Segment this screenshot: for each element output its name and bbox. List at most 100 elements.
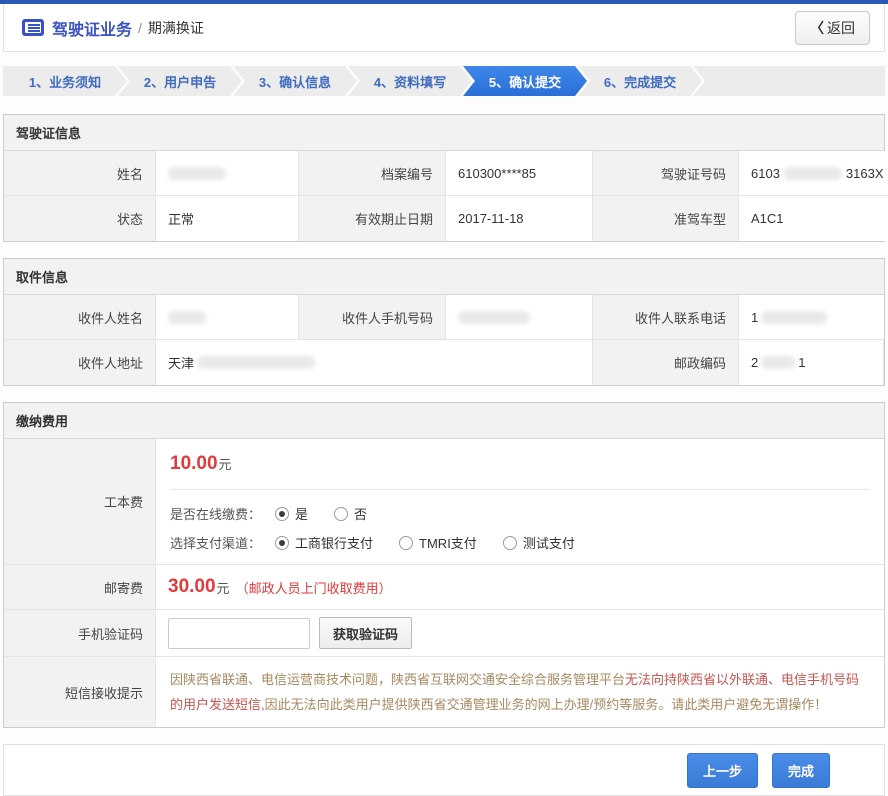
channel-tmri-option[interactable]: TMRI支付 <box>399 533 477 552</box>
recipient-name-value <box>156 295 299 340</box>
step-4-fill-data[interactable]: 4、资料填写 <box>348 66 472 96</box>
sms-code-cell: 获取验证码 <box>156 610 884 657</box>
phone-prefix: 1 <box>751 310 758 325</box>
name-value <box>156 151 299 196</box>
file-no-value: 610300****85 <box>446 151 593 196</box>
payment-title: 缴纳费用 <box>4 403 884 439</box>
sms-code-input[interactable] <box>168 618 310 649</box>
step-label: 4、资料填写 <box>374 72 446 91</box>
step-1-business-notice[interactable]: 1、业务须知 <box>3 66 127 96</box>
sms-tip-label: 短信接收提示 <box>4 657 156 727</box>
step-label: 6、完成提交 <box>604 72 676 91</box>
card-fee-amount: 10.00 <box>170 453 218 474</box>
step-5-confirm-submit[interactable]: 5、确认提交 <box>463 66 587 96</box>
step-bar-filler <box>693 66 885 96</box>
license-business-icon <box>22 19 44 36</box>
step-3-confirm-info[interactable]: 3、确认信息 <box>233 66 357 96</box>
radio-unchecked-icon[interactable] <box>503 536 517 550</box>
previous-step-button[interactable]: 上一步 <box>687 753 758 788</box>
postcode-value: 21 <box>739 340 884 385</box>
channel-icbc-label: 工商银行支付 <box>295 533 373 552</box>
back-button-label: 返回 <box>827 20 855 36</box>
postcode-prefix: 2 <box>751 355 758 370</box>
pickup-info-title: 取件信息 <box>4 259 884 295</box>
sms-tip-text: 因陕西省联通、电信运营商技术问题，陕西省互联网交通安全综合服务管理平台无法向持陕… <box>156 657 884 727</box>
file-no-label: 档案编号 <box>299 151 446 196</box>
status-label: 状态 <box>4 196 156 241</box>
postage-currency: 元 <box>217 578 230 597</box>
recipient-mobile-value <box>446 295 593 340</box>
fee-divider <box>170 489 870 490</box>
breadcrumb-current: 期满换证 <box>148 18 204 38</box>
channel-test-option[interactable]: 测试支付 <box>503 533 575 552</box>
channel-icbc-option[interactable]: 工商银行支付 <box>275 533 373 552</box>
license-no-suffix: 3163X <box>846 166 884 181</box>
chevron-left-icon: 〈 <box>810 20 824 36</box>
vehicle-class-value: A1C1 <box>739 196 888 241</box>
online-pay-no-option[interactable]: 否 <box>334 504 367 523</box>
sms-tip-part3: 因此无法向此类用户提供陕西省交通管理业务的网上办理/预约等服务。请此类用户避免无… <box>265 697 828 712</box>
postcode-suffix: 1 <box>798 355 805 370</box>
redacted-mobile <box>458 311 530 324</box>
redacted-phone <box>761 311 827 324</box>
license-no-value: 6103 3163X <box>739 151 888 196</box>
radio-unchecked-icon[interactable] <box>399 536 413 550</box>
step-label: 1、业务须知 <box>29 72 101 91</box>
recipient-address-value: 天津 <box>156 340 593 385</box>
radio-checked-icon[interactable] <box>275 507 289 521</box>
online-pay-yes-option[interactable]: 是 <box>275 504 308 523</box>
footer-action-bar: 上一步 完成 <box>3 744 885 796</box>
step-label: 2、用户申告 <box>144 72 216 91</box>
get-code-button[interactable]: 获取验证码 <box>319 617 412 649</box>
recipient-name-label: 收件人姓名 <box>4 295 156 340</box>
card-fee-amount-line: 10.00元 <box>170 453 870 475</box>
online-pay-yes-label: 是 <box>295 504 308 523</box>
radio-checked-icon[interactable] <box>275 536 289 550</box>
sms-tip-part1: 因陕西省联通、电信运营商技术问题，陕西省互联网交通安全综合服务管理平台 <box>170 672 625 687</box>
card-fee-label: 工本费 <box>4 439 156 565</box>
pay-channel-row: 选择支付渠道： 工商银行支付 TMRI支付 测试支付 <box>170 533 870 552</box>
license-no-label: 驾驶证号码 <box>593 151 739 196</box>
recipient-phone-label: 收件人联系电话 <box>593 295 739 340</box>
valid-until-value: 2017-11-18 <box>446 196 593 241</box>
vehicle-class-label: 准驾车型 <box>593 196 739 241</box>
back-button[interactable]: 〈返回 <box>795 11 870 45</box>
card-fee-cell: 10.00元 是否在线缴费： 是 否 选择支付渠道： 工商银行支付 TMRI支付… <box>156 439 884 565</box>
payment-section: 缴纳费用 工本费 10.00元 是否在线缴费： 是 否 选择支付渠道： 工商银行… <box>3 402 885 728</box>
redacted-recipient-name <box>168 311 206 324</box>
recipient-phone-value: 1 <box>739 295 884 340</box>
step-2-user-declaration[interactable]: 2、用户申告 <box>118 66 242 96</box>
redacted-license-no <box>784 167 842 180</box>
redacted-postcode <box>761 356 795 369</box>
license-no-prefix: 6103 <box>751 166 780 181</box>
breadcrumb-separator: / <box>138 20 142 36</box>
pickup-info-section: 取件信息 收件人姓名 收件人手机号码 收件人联系电话 1 收件人地址 天津 邮政… <box>3 258 885 386</box>
step-6-complete-submit[interactable]: 6、完成提交 <box>578 66 702 96</box>
online-pay-row: 是否在线缴费： 是 否 <box>170 504 870 523</box>
license-info-title: 驾驶证信息 <box>4 115 884 151</box>
page-title: 驾驶证业务 <box>52 16 132 40</box>
finish-button[interactable]: 完成 <box>772 753 830 788</box>
recipient-address-label: 收件人地址 <box>4 340 156 385</box>
step-label: 5、确认提交 <box>489 72 561 91</box>
status-value: 正常 <box>156 196 299 241</box>
step-label: 3、确认信息 <box>259 72 331 91</box>
online-pay-no-label: 否 <box>354 504 367 523</box>
online-pay-label: 是否在线缴费： <box>170 504 261 523</box>
page-header: 驾驶证业务 / 期满换证 〈返回 <box>3 4 885 52</box>
valid-until-label: 有效期止日期 <box>299 196 446 241</box>
sms-code-label: 手机验证码 <box>4 610 156 657</box>
name-label: 姓名 <box>4 151 156 196</box>
pay-channel-label: 选择支付渠道： <box>170 533 261 552</box>
postage-note: （邮政人员上门收取费用） <box>236 578 392 597</box>
redacted-name <box>168 167 226 180</box>
radio-unchecked-icon[interactable] <box>334 507 348 521</box>
recipient-mobile-label: 收件人手机号码 <box>299 295 446 340</box>
postcode-label: 邮政编码 <box>593 340 739 385</box>
postage-label: 邮寄费 <box>4 565 156 610</box>
channel-test-label: 测试支付 <box>523 533 575 552</box>
channel-tmri-label: TMRI支付 <box>419 533 477 552</box>
license-info-section: 驾驶证信息 姓名 档案编号 610300****85 驾驶证号码 6103 316… <box>3 114 885 242</box>
postage-amount: 30.00 <box>168 576 216 598</box>
card-fee-currency: 元 <box>219 457 232 472</box>
